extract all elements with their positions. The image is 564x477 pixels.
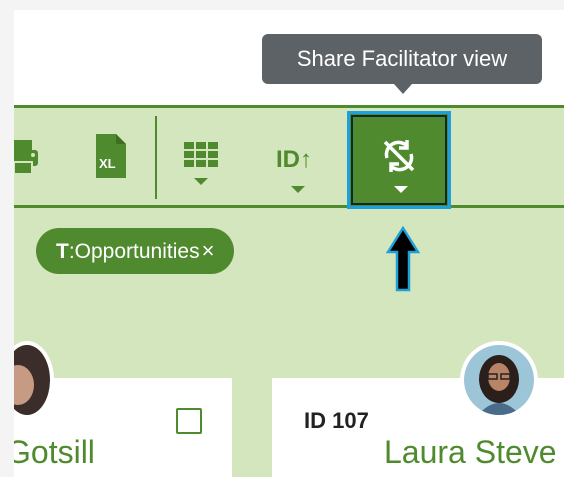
- excel-label: XL: [99, 156, 116, 171]
- chevron-down-icon: [291, 186, 305, 193]
- printer-icon: [14, 140, 38, 175]
- sort-button[interactable]: ID↑: [272, 108, 334, 205]
- print-button[interactable]: [14, 138, 42, 178]
- card-id: ID 107: [304, 408, 369, 433]
- chevron-down-icon: [194, 178, 208, 185]
- grid-view-icon: [184, 142, 218, 167]
- close-icon[interactable]: ×: [202, 238, 215, 263]
- select-checkbox[interactable]: [176, 408, 202, 434]
- app-frame: Share Facilitator view XL ID↑ T:Opportun…: [14, 10, 564, 477]
- avatar: [460, 341, 538, 419]
- tooltip-arrow: [394, 84, 412, 94]
- share-facilitator-view-button[interactable]: [347, 111, 451, 209]
- toolbar-divider: [155, 116, 157, 199]
- arrow-up-icon: [386, 226, 420, 292]
- card-name: Gotsill: [14, 434, 95, 470]
- grid-view-button[interactable]: [182, 140, 222, 200]
- filter-chip[interactable]: T:Opportunities×: [36, 228, 235, 274]
- person-photo: [464, 345, 534, 415]
- sort-label: ID↑: [276, 146, 312, 173]
- filter-chip-label: :Opportunities: [68, 240, 200, 263]
- tooltip: Share Facilitator view: [262, 34, 542, 84]
- chevron-down-icon: [394, 186, 408, 193]
- filter-chip-prefix: T: [56, 240, 69, 263]
- person-photo: [14, 345, 50, 415]
- card-name: Laura Steve: [384, 434, 557, 470]
- toolbar: XL ID↑: [14, 105, 564, 209]
- export-excel-button[interactable]: XL: [94, 132, 128, 180]
- sync-off-icon: [383, 140, 415, 172]
